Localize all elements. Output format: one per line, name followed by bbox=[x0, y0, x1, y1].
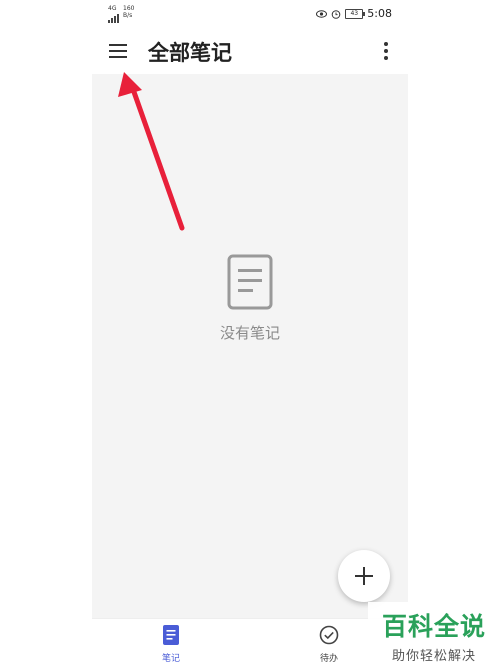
status-bar: 4G 160 B/s 43 5:08 bbox=[92, 0, 408, 28]
phone-screen: 4G 160 B/s 43 5:08 全部笔记 没有笔记 笔记 待办 bbox=[92, 0, 408, 668]
signal-group: 4G bbox=[108, 5, 119, 23]
status-right: 43 5:08 bbox=[316, 7, 392, 20]
alarm-icon bbox=[331, 9, 341, 19]
add-note-button[interactable] bbox=[338, 550, 390, 602]
plus-icon bbox=[355, 567, 373, 585]
nav-tab-notes[interactable]: 笔记 bbox=[141, 625, 201, 664]
clock-time: 5:08 bbox=[367, 7, 392, 20]
more-vertical-icon bbox=[384, 42, 388, 60]
watermark-title: 百科全说 bbox=[381, 612, 486, 641]
speed-value: 160 bbox=[123, 5, 135, 12]
bottom-nav: 笔记 待办 bbox=[92, 618, 408, 668]
network-speed: 160 B/s bbox=[123, 5, 134, 19]
speed-unit: B/s bbox=[123, 12, 133, 19]
menu-button[interactable] bbox=[106, 40, 130, 62]
network-type: 4G bbox=[108, 5, 117, 12]
page-title: 全部笔记 bbox=[148, 41, 232, 65]
empty-message: 没有笔记 bbox=[219, 324, 280, 342]
signal-icon bbox=[108, 14, 119, 23]
battery-icon: 43 bbox=[345, 8, 366, 19]
watermark-logo: 百科全说 助你轻松解决 bbox=[368, 602, 500, 668]
status-left: 4G 160 B/s bbox=[108, 5, 134, 23]
hamburger-menu-icon bbox=[109, 44, 127, 58]
notes-icon bbox=[163, 625, 179, 645]
nav-label-todo: 待办 bbox=[319, 654, 338, 664]
todo-check-icon bbox=[319, 625, 339, 645]
nav-tab-todo[interactable]: 待办 bbox=[299, 625, 359, 664]
nav-label-notes: 笔记 bbox=[161, 654, 180, 664]
empty-note-icon bbox=[227, 254, 273, 310]
empty-state: 没有笔记 bbox=[92, 254, 408, 343]
eye-icon bbox=[316, 9, 328, 18]
more-options-button[interactable] bbox=[378, 40, 394, 62]
app-header: 全部笔记 bbox=[92, 28, 408, 74]
watermark-subtitle: 助你轻松解决 bbox=[391, 649, 476, 664]
